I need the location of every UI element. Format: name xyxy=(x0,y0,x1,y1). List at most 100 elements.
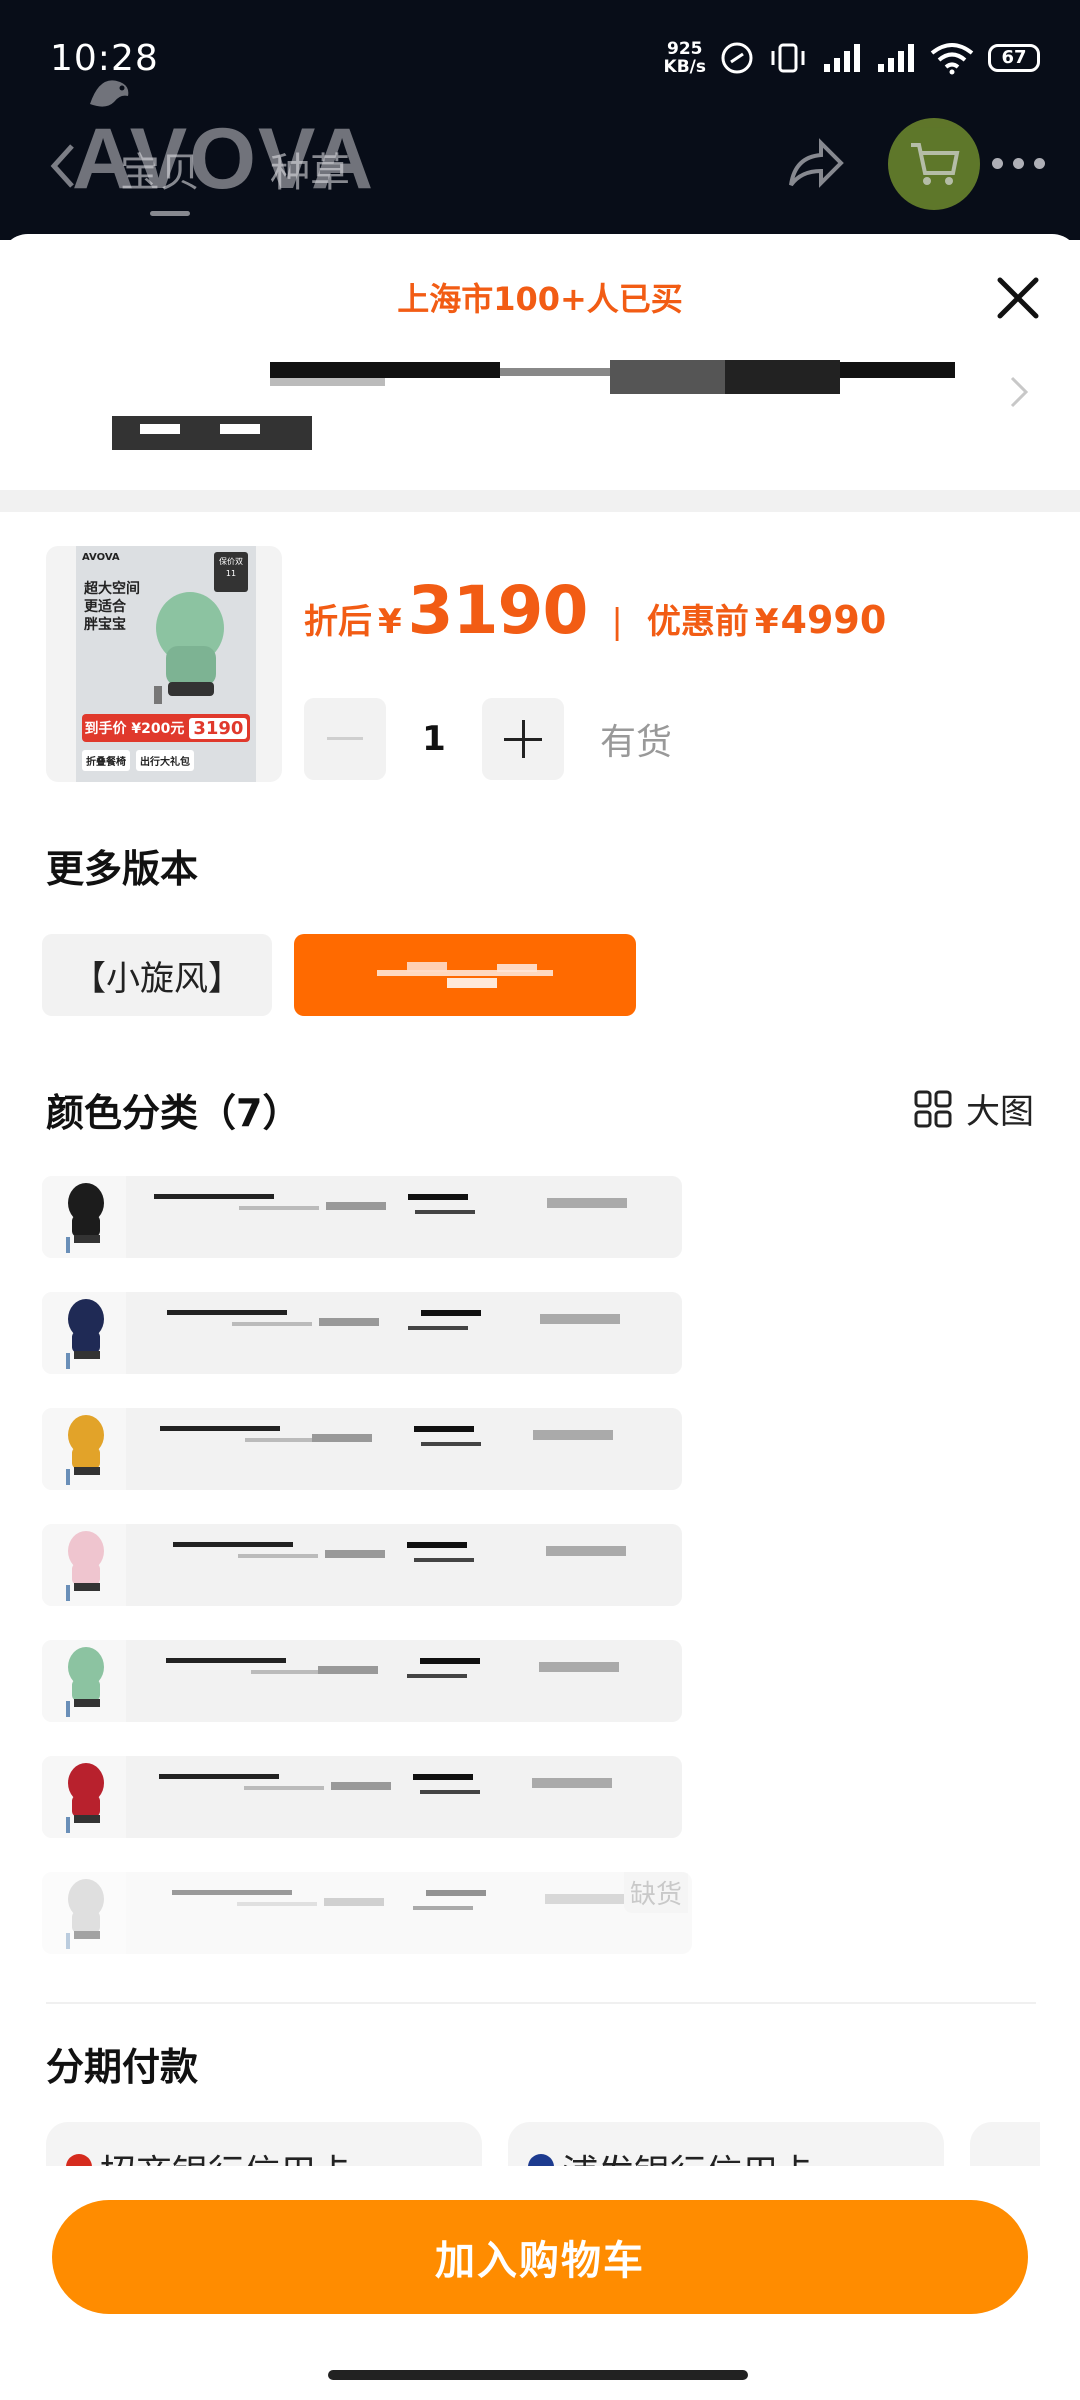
plus-icon xyxy=(504,720,542,758)
tab-underline xyxy=(150,211,190,216)
poster-headline: 超大空间 更适合 胖宝宝 xyxy=(84,580,140,634)
big-image-toggle[interactable]: 大图 xyxy=(914,1084,1034,1133)
redacted-address-line-2b xyxy=(140,424,180,434)
color-option[interactable] xyxy=(42,1408,682,1490)
color-option[interactable] xyxy=(42,1292,682,1374)
installment-card-more[interactable] xyxy=(970,2122,1040,2166)
share-icon[interactable] xyxy=(785,135,845,191)
tab-product-label: 宝贝 xyxy=(120,150,200,196)
redacted-address-line-1c xyxy=(500,368,610,376)
redacted-color-name xyxy=(244,1786,324,1790)
poster-headline-1: 超大空间 xyxy=(84,581,140,597)
delivery-address-row[interactable] xyxy=(0,354,1080,494)
big-image-label: 大图 xyxy=(966,1092,1034,1132)
redacted-color-name xyxy=(238,1554,318,1558)
version-option-2-selected[interactable] xyxy=(294,934,636,1016)
redacted-color-name xyxy=(326,1202,386,1210)
redacted-address-line-1e xyxy=(725,360,840,394)
redacted-color-name xyxy=(325,1550,385,1558)
car-seat-icon xyxy=(66,1415,104,1485)
redacted-address-line-1b xyxy=(270,378,385,386)
redacted-color-name xyxy=(540,1314,620,1324)
status-icons: 925 KB/s 67 xyxy=(664,40,1040,76)
quantity-stepper: 1 有货 xyxy=(304,698,672,780)
price-row: 折后 ¥ 3190 | 优惠前 ¥ 4990 xyxy=(304,572,886,649)
original-price-label: 优惠前 xyxy=(646,602,749,642)
redacted-color-name xyxy=(414,1558,474,1562)
poster-chip-1: 折叠餐椅 xyxy=(82,750,130,771)
product-thumbnail[interactable]: AVOVA 保价双11 超大空间 更适合 胖宝宝 到手价 ¥200元 3190 … xyxy=(46,546,282,782)
back-arrow-icon[interactable] xyxy=(46,140,78,192)
sku-bottom-sheet: 上海市100+人已买 AVOVA 保价双11 超大空间 更适合 胖宝宝 到手价 … xyxy=(0,234,1080,2400)
tab-product[interactable]: 宝贝 xyxy=(120,140,200,216)
redacted-color-name xyxy=(172,1890,292,1895)
redacted-color-name xyxy=(407,1542,467,1548)
background-page: AVOVA 10:28 925 KB/s 67 宝贝 种草 xyxy=(0,0,1080,240)
signal-icon-1 xyxy=(824,44,860,72)
increase-button[interactable] xyxy=(482,698,564,780)
poster-headline-3: 胖宝宝 xyxy=(84,617,126,633)
vibrate-icon xyxy=(771,43,805,73)
redacted-color-name xyxy=(533,1430,613,1440)
minus-icon xyxy=(327,737,363,740)
currency-symbol: ¥ xyxy=(378,602,402,642)
redacted-color-name xyxy=(154,1194,274,1199)
installment-card-cmb[interactable]: 招商银行信用卡 xyxy=(46,2122,482,2166)
car-seat-icon xyxy=(66,1531,104,1601)
background-tabs: 宝贝 种草 xyxy=(120,140,350,216)
redacted-color-name xyxy=(160,1426,280,1431)
original-currency-symbol: ¥ xyxy=(754,602,779,642)
redacted-color-name xyxy=(415,1210,475,1214)
more-icon[interactable] xyxy=(992,158,1045,169)
poster-chip-2: 出行大礼包 xyxy=(136,750,194,771)
poster-brand: AVOVA xyxy=(82,552,120,563)
installment-card-spdb[interactable]: 浦发银行信用卡 xyxy=(508,2122,944,2166)
car-seat-icon xyxy=(66,1647,104,1717)
discount-price: 3190 xyxy=(407,572,589,649)
cart-button[interactable] xyxy=(888,118,980,210)
redacted-color-name xyxy=(547,1198,627,1208)
redacted-address-line-2c xyxy=(220,424,260,434)
color-swatch-image xyxy=(42,1640,126,1722)
redacted-color-name xyxy=(408,1326,468,1330)
version-option-1[interactable]: 【小旋风】 xyxy=(42,934,272,1016)
home-indicator xyxy=(328,2370,748,2380)
network-speed: 925 KB/s xyxy=(664,40,706,76)
redacted-color-name xyxy=(420,1658,480,1664)
quantity-value[interactable]: 1 xyxy=(386,719,482,759)
installment-cards: 招商银行信用卡 浦发银行信用卡 xyxy=(46,2122,1040,2166)
redacted-color-name xyxy=(173,1542,293,1547)
color-option[interactable] xyxy=(42,1524,682,1606)
redacted-color-name xyxy=(237,1902,317,1906)
decrease-button[interactable] xyxy=(304,698,386,780)
purchase-count-banner: 上海市100+人已买 xyxy=(397,280,683,318)
redacted-color-name xyxy=(318,1666,378,1674)
color-option[interactable] xyxy=(42,1756,682,1838)
redacted-color-name xyxy=(420,1790,480,1794)
installment-divider xyxy=(46,2002,1036,2004)
versions-title: 更多版本 xyxy=(46,847,199,891)
price-separator: | xyxy=(611,602,623,642)
color-swatch-image xyxy=(42,1408,126,1490)
signal-icon-2 xyxy=(878,44,914,72)
car-seat-icon xyxy=(66,1299,104,1369)
poster-headline-2: 更适合 xyxy=(84,599,126,615)
redacted-color-name xyxy=(159,1774,279,1779)
product-poster: AVOVA 保价双11 超大空间 更适合 胖宝宝 到手价 ¥200元 3190 … xyxy=(76,546,256,782)
redacted-color-name xyxy=(232,1322,312,1326)
redacted-color-name xyxy=(414,1426,474,1432)
tab-grass[interactable]: 种草 xyxy=(270,140,350,198)
redacted-color-name xyxy=(331,1782,391,1790)
color-option: 缺货 xyxy=(42,1872,692,1954)
installment-title: 分期付款 xyxy=(46,2045,199,2089)
car-seat-icon xyxy=(66,1763,104,1833)
section-divider xyxy=(0,490,1080,512)
add-to-cart-button[interactable]: 加入购物车 xyxy=(52,2200,1028,2314)
cmb-bank-icon xyxy=(66,2154,92,2166)
color-option[interactable] xyxy=(42,1176,682,1258)
redacted-color-name xyxy=(546,1546,626,1556)
color-option[interactable] xyxy=(42,1640,682,1722)
redacted-color-name xyxy=(421,1310,481,1316)
close-icon[interactable] xyxy=(990,270,1046,326)
redacted-address-line-1 xyxy=(270,362,500,378)
